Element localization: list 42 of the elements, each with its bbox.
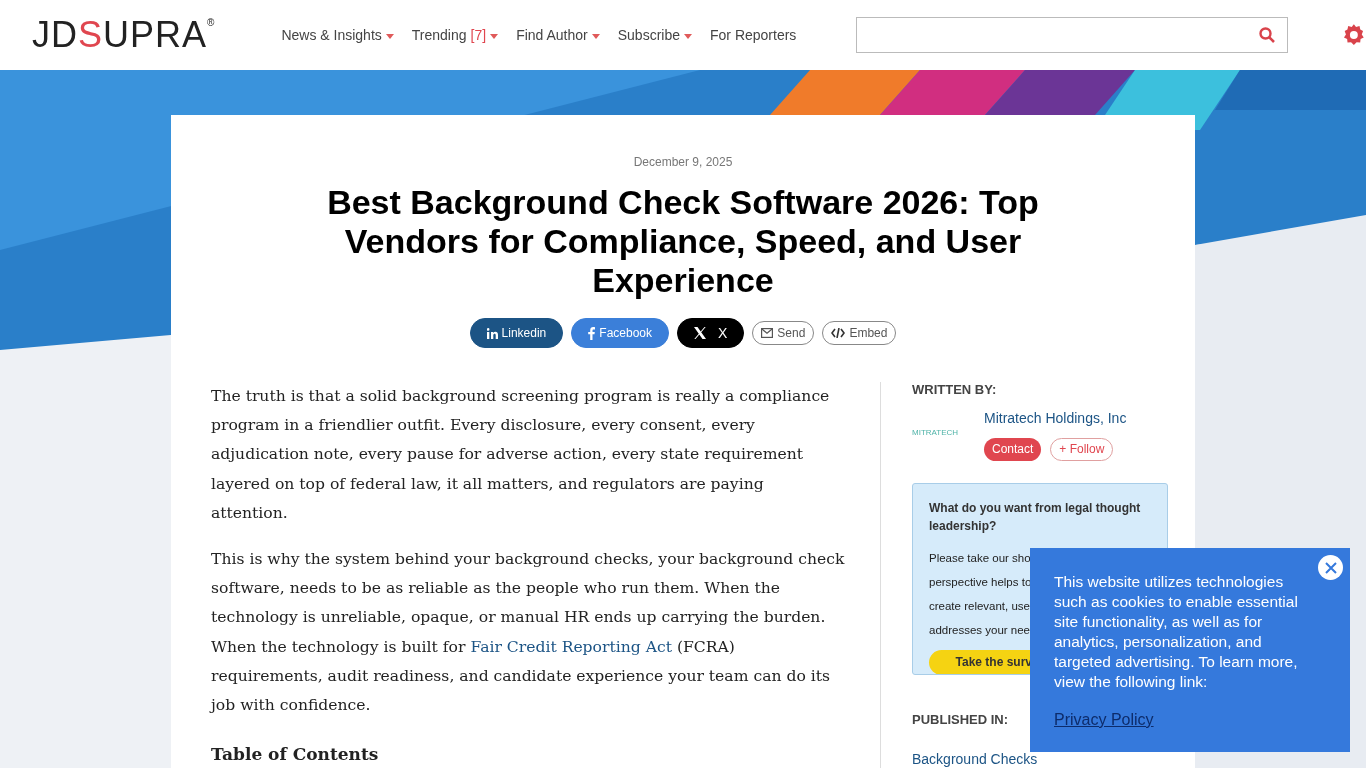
caret-icon xyxy=(684,33,692,39)
author-logo: MITRATECH xyxy=(912,427,959,437)
cookie-text: This website utilizes technologies such as cookies to enable essential site functionality, as well as for analytics, personalization, and targeted advertising. To learn more, view the following link: xyxy=(1054,572,1299,692)
nav-link[interactable]: Subscribe xyxy=(617,24,692,46)
envelope-icon xyxy=(761,328,774,338)
close-icon xyxy=(1324,561,1337,574)
contact-button[interactable]: Contact xyxy=(984,437,1042,461)
linkedin-icon xyxy=(486,327,498,339)
share-button[interactable]: Linkedin xyxy=(469,318,564,348)
code-icon xyxy=(831,328,846,338)
article-title: Best Background Check Software 2026: Top Vendors for Compliance, Speed, and User Experience xyxy=(326,183,1040,300)
article-paragraph: The truth is that a solid background screening program is really a compliance program in a friendlier outfit. Every disclosure, every consent, every adjudication note, every pause for adverse action, every state requirement layered on top of federal law, it all matters, and regulators are paying attention. xyxy=(211,386,831,524)
nav-link[interactable]: Trending [7] xyxy=(411,24,499,46)
nav-link[interactable]: For Reporters xyxy=(710,24,797,46)
section-heading: Table of Contents xyxy=(211,743,380,767)
caret-icon xyxy=(385,33,394,39)
survey-text-line: addresses your nee xyxy=(929,623,1030,636)
search-icon xyxy=(1259,27,1276,43)
nav-link[interactable]: Find Author xyxy=(516,24,600,46)
share-button[interactable]: Facebook xyxy=(571,318,669,348)
topic-link[interactable]: Background Checks xyxy=(912,748,1168,768)
section-label: WRITTEN BY: xyxy=(912,381,998,399)
share-button[interactable]: X xyxy=(677,318,745,348)
share-button[interactable]: Embed xyxy=(822,321,897,345)
x-logo-icon xyxy=(694,327,706,339)
close-button[interactable] xyxy=(1318,555,1343,580)
article-paragraph: This is why the system behind your background checks, your background check software, needs to be as reliable as the people who run them. When the technology is unreliable, opaque, or manual HR ends up carrying the burden. When the technology is built for Fair Credit Reporting Act (FCRA) requirements, audit readiness, and candidate experience your team can do its job with confidence. xyxy=(211,549,845,717)
caret-icon xyxy=(490,33,499,39)
logo[interactable]: JDSUPRA® xyxy=(32,17,216,53)
survey-question: What do you want from legal thought leadership? xyxy=(929,499,1142,535)
search-field[interactable] xyxy=(856,17,1289,53)
nav-link[interactable]: News & Insights xyxy=(281,24,394,46)
section-label: PUBLISHED IN: xyxy=(912,711,1009,727)
article-date: December 9, 2025 xyxy=(633,154,733,171)
text-link[interactable]: Fair Credit Reporting Act xyxy=(470,637,672,656)
author-name[interactable]: Mitratech Holdings, Inc xyxy=(984,409,1127,426)
facebook-icon xyxy=(588,326,596,340)
survey-text-line: Please take our sho xyxy=(929,551,1031,564)
survey-text-line: create relevant, use xyxy=(929,599,1030,612)
settings-icon[interactable] xyxy=(1342,23,1366,47)
caret-icon xyxy=(591,33,600,39)
share-button[interactable]: Send xyxy=(752,321,815,345)
